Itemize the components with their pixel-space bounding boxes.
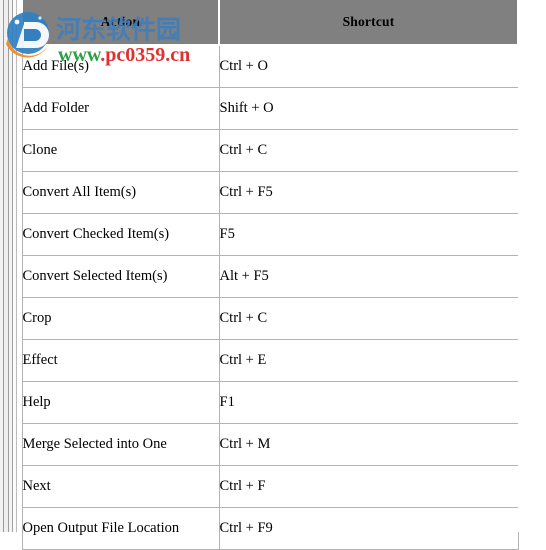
table-row[interactable]: Clone Ctrl + C xyxy=(21,129,519,172)
cell-shortcut: F5 xyxy=(218,213,519,256)
cell-shortcut: Ctrl + F9 xyxy=(218,507,519,550)
table-row[interactable]: Crop Ctrl + C xyxy=(21,297,519,340)
table-row[interactable]: Merge Selected into One Ctrl + M xyxy=(21,423,519,466)
cell-shortcut: Shift + O xyxy=(218,87,519,130)
cell-action: Crop xyxy=(21,297,220,340)
table-body: Add File(s) Ctrl + O Add Folder Shift + … xyxy=(21,44,519,550)
table-row[interactable]: Next Ctrl + F xyxy=(21,465,519,508)
cell-action: Merge Selected into One xyxy=(21,423,220,466)
right-page-margin xyxy=(518,0,546,532)
cell-action: Convert All Item(s) xyxy=(21,171,220,214)
cell-action: Help xyxy=(21,381,220,424)
cell-action: Next xyxy=(21,465,220,508)
cell-shortcut: Ctrl + C xyxy=(218,129,519,172)
column-header-shortcut[interactable]: Shortcut xyxy=(218,0,519,46)
cell-shortcut: Ctrl + E xyxy=(218,339,519,382)
table-row[interactable]: Add Folder Shift + O xyxy=(21,87,519,130)
cell-action: Convert Selected Item(s) xyxy=(21,255,220,298)
table-row[interactable]: Convert All Item(s) Ctrl + F5 xyxy=(21,171,519,214)
cell-shortcut: Ctrl + F xyxy=(218,465,519,508)
table-row[interactable]: Convert Selected Item(s) Alt + F5 xyxy=(21,255,519,298)
table-row[interactable]: Help F1 xyxy=(21,381,519,424)
cell-action: Clone xyxy=(21,129,220,172)
table-row[interactable]: Convert Checked Item(s) F5 xyxy=(21,213,519,256)
cell-shortcut: F1 xyxy=(218,381,519,424)
cell-shortcut: Ctrl + O xyxy=(218,44,519,88)
column-header-action[interactable]: Action xyxy=(21,0,220,46)
cell-shortcut: Ctrl + M xyxy=(218,423,519,466)
cell-shortcut: Ctrl + F5 xyxy=(218,171,519,214)
cell-action: Add File(s) xyxy=(21,44,220,88)
table-header-row: Action Shortcut xyxy=(21,0,519,46)
cell-action: Open Output File Location xyxy=(21,507,220,550)
table-row[interactable]: Effect Ctrl + E xyxy=(21,339,519,382)
cell-shortcut: Ctrl + C xyxy=(218,297,519,340)
keyboard-shortcuts-table: Action Shortcut Add File(s) Ctrl + O Add… xyxy=(21,0,519,550)
cell-action: Effect xyxy=(21,339,220,382)
cell-shortcut: Alt + F5 xyxy=(218,255,519,298)
page-frame: Action Shortcut Add File(s) Ctrl + O Add… xyxy=(0,0,546,550)
table-row[interactable]: Open Output File Location Ctrl + F9 xyxy=(21,507,519,550)
cell-action: Add Folder xyxy=(21,87,220,130)
cell-action: Convert Checked Item(s) xyxy=(21,213,220,256)
table-row[interactable]: Add File(s) Ctrl + O xyxy=(21,44,519,88)
